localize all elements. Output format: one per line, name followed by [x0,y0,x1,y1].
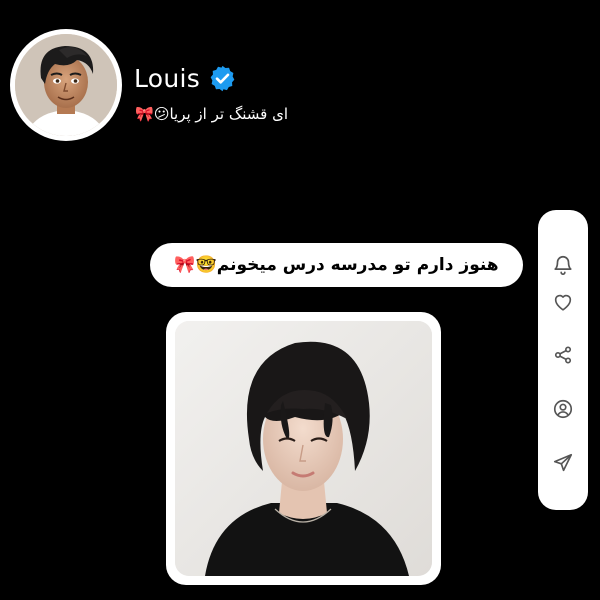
action-bar [538,210,588,510]
cartoon-avatar-icon [15,34,117,136]
share-icon[interactable] [538,335,588,375]
caption-bubble: هنوز دارم تو مدرسه درس میخونم🤓🎀 [150,243,523,287]
verified-badge-icon [208,64,237,93]
post-photo-frame[interactable] [166,312,441,585]
username[interactable]: Louis [134,66,200,91]
heart-icon[interactable] [538,282,588,322]
avatar[interactable] [10,29,122,141]
post-caption: هنوز دارم تو مدرسه درس میخونم🤓🎀 [174,255,499,275]
story-screen: Louis ای قشنگ تر از پریا😕🎀 هنوز دارم تو … [0,0,600,600]
username-row: Louis [134,60,237,96]
user-icon[interactable] [538,389,588,429]
profile-bio: ای قشنگ تر از پریا😕🎀 [135,105,288,123]
post-photo [175,321,432,576]
send-icon[interactable] [538,443,588,483]
bell-icon[interactable] [538,245,588,285]
